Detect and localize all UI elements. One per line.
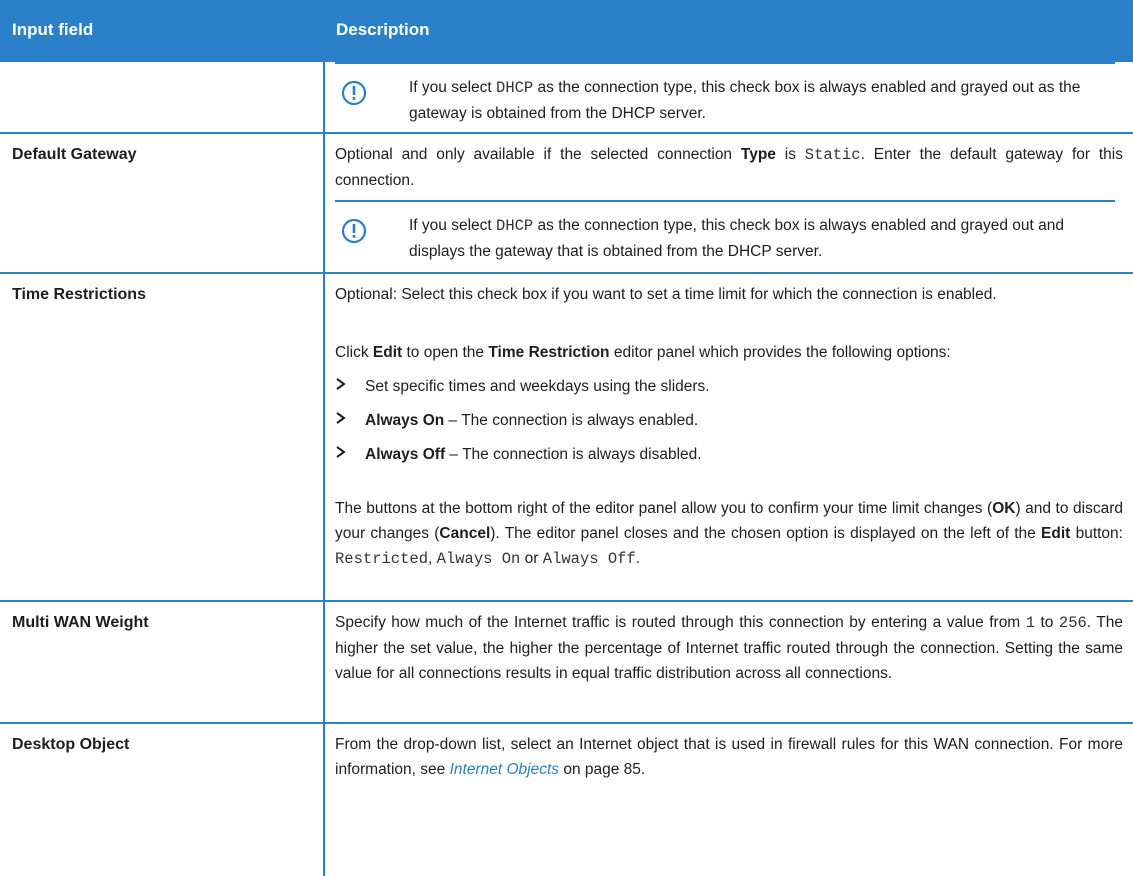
field-description-p1: Optional: Select this check box if you w… <box>335 286 997 303</box>
list-item: Always Off – The connection is always di… <box>335 442 702 467</box>
field-description: From the drop-down list, select an Inter… <box>335 736 1123 778</box>
chevron-right-icon <box>335 408 365 433</box>
field-label: Desktop Object <box>12 736 130 753</box>
list-item: Always On – The connection is always ena… <box>335 408 698 433</box>
note-text: If you select DHCP as the connection typ… <box>409 79 1081 122</box>
list-item: Set specific times and weekdays using th… <box>335 374 710 399</box>
table-row-desktop-object: Desktop Object From the drop-down list, … <box>0 724 1133 876</box>
field-label: Time Restrictions <box>12 286 146 303</box>
exclamation-circle-icon <box>341 80 367 106</box>
field-description-p3: The buttons at the bottom right of the e… <box>335 500 1123 568</box>
table-header: Input field Description <box>0 0 1133 62</box>
field-label: Multi WAN Weight <box>12 614 149 631</box>
header-description: Description <box>336 20 430 39</box>
note-box: If you select DHCP as the connection typ… <box>335 200 1115 272</box>
field-label: Default Gateway <box>12 146 137 163</box>
note-box: If you select DHCP as the connection typ… <box>335 62 1115 132</box>
chevron-right-icon <box>335 442 365 467</box>
field-description: Specify how much of the Internet traffic… <box>335 614 1124 682</box>
header-input-field: Input field <box>12 20 94 39</box>
table-row-default-gateway: Default Gateway Optional and only availa… <box>0 134 1133 274</box>
table-row-continued: If you select DHCP as the connection typ… <box>0 62 1133 134</box>
exclamation-circle-icon <box>341 218 367 244</box>
field-description: Optional and only available if the selec… <box>335 146 1123 189</box>
chevron-right-icon <box>335 374 365 399</box>
internet-objects-link[interactable]: Internet Objects <box>450 761 559 778</box>
note-text: If you select DHCP as the connection typ… <box>409 217 1065 260</box>
field-description-p2: Click Edit to open the Time Restriction … <box>335 344 951 361</box>
table-row-multi-wan-weight: Multi WAN Weight Specify how much of the… <box>0 602 1133 724</box>
table-row-time-restrictions: Time Restrictions Optional: Select this … <box>0 274 1133 602</box>
